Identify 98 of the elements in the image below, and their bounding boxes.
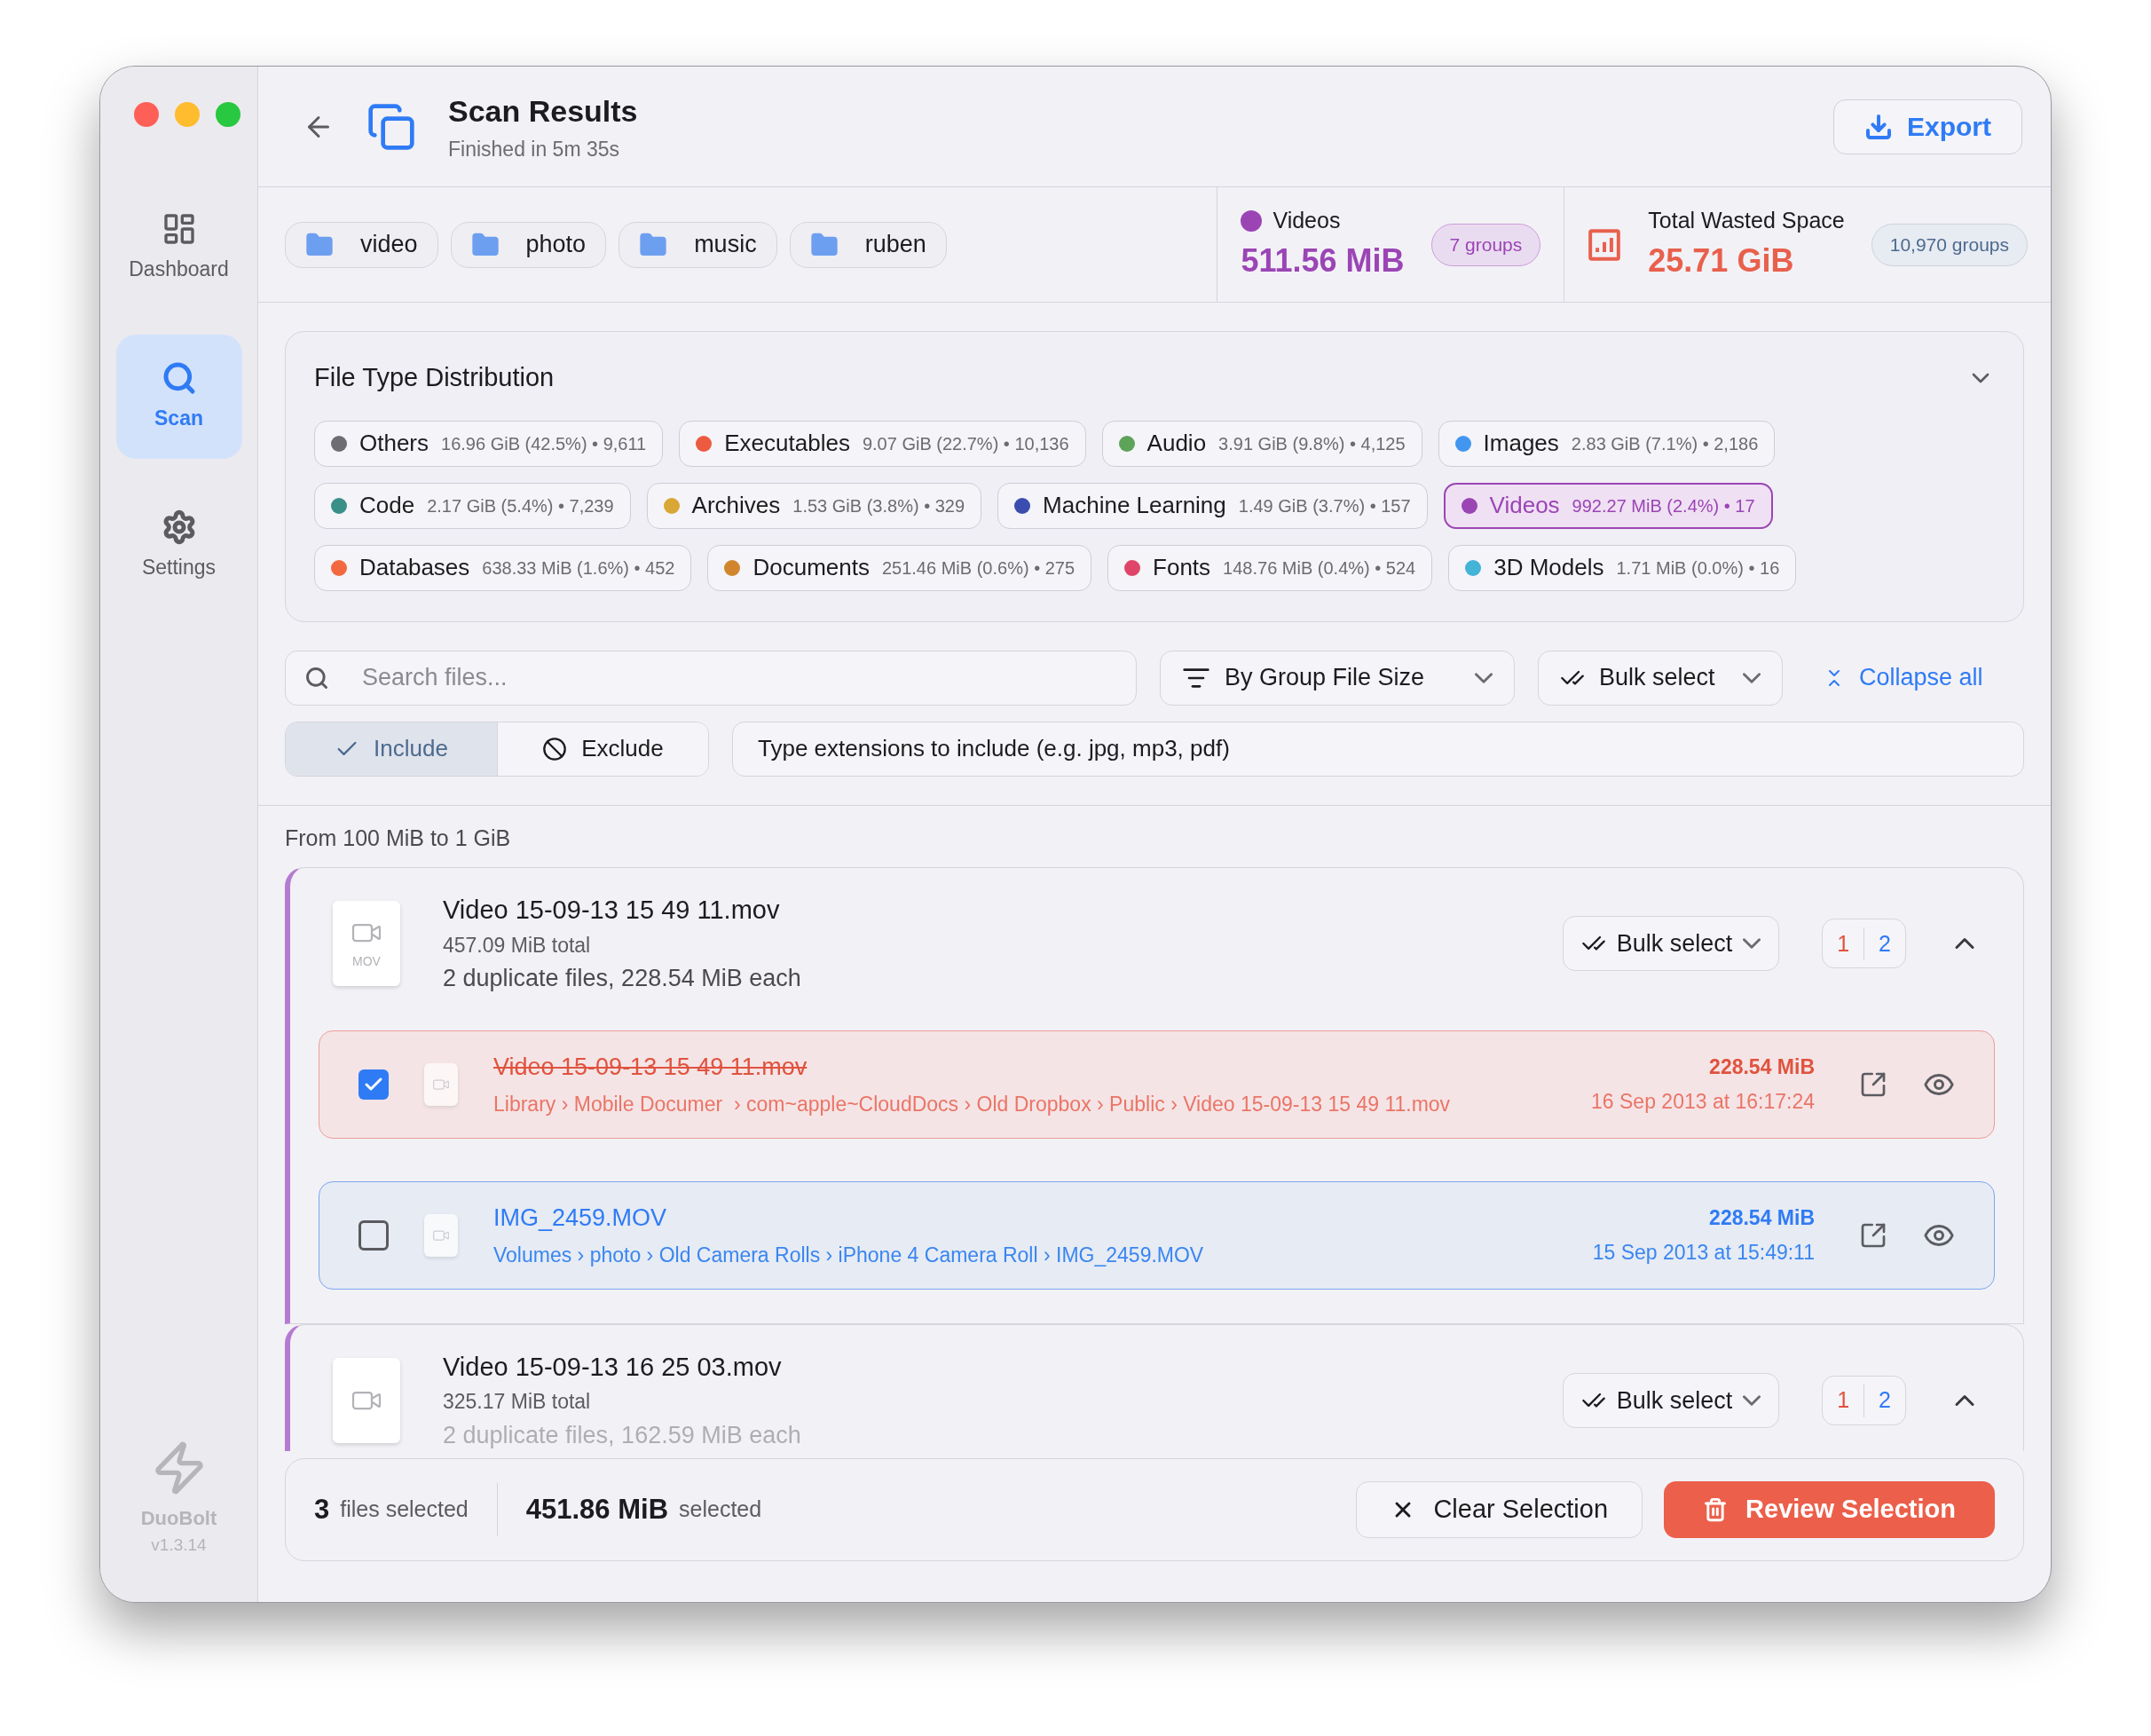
folder-chip[interactable]: ruben <box>789 221 947 268</box>
type-name: Executables <box>724 429 850 458</box>
filter-mode-tab[interactable]: Include <box>286 722 497 776</box>
group-total: 457.09 MiB total <box>443 932 592 959</box>
file-size: 228.54 MiB <box>1709 1054 1815 1080</box>
file-type-chip[interactable]: Documents 251.46 MiB (0.6%) • 275 <box>707 544 1092 591</box>
group-summary: 2 duplicate files, 162.59 MiB each <box>443 1420 802 1450</box>
bar-chart-icon <box>1588 227 1622 262</box>
trash-icon <box>1703 1497 1729 1522</box>
type-name: Videos <box>1489 491 1560 520</box>
file-type-chip[interactable]: Machine Learning 1.49 GiB (3.7%) • 157 <box>997 482 1428 529</box>
group-total: 325.17 MiB total <box>443 1389 592 1415</box>
type-stats: 16.96 GiB (42.5%) • 9,611 <box>441 432 647 455</box>
stat-value: 25.71 GiB <box>1648 241 1795 281</box>
bulk-select-dropdown[interactable]: Bulk select <box>1538 650 1783 706</box>
type-stats: 1.71 MiB (0.0%) • 16 <box>1616 556 1780 580</box>
count-option[interactable]: 1 <box>1823 927 1865 960</box>
sidebar-item[interactable]: Settings <box>115 484 242 608</box>
file-path: Library › Mobile Documer › com~apple~CloudDocs › Old Dropbox › Public › Video 15-09-13 15 49 11.mov <box>493 1091 1452 1117</box>
type-stats: 3.91 GiB (9.8%) • 4,125 <box>1218 432 1406 455</box>
file-type-chip[interactable]: Archives 1.53 GiB (3.8%) • 329 <box>646 482 982 529</box>
sort-dropdown[interactable]: By Group File Size <box>1160 650 1515 706</box>
file-date: 15 Sep 2013 at 15:49:11 <box>1592 1239 1815 1266</box>
extensions-field[interactable]: Type extensions to include (e.g. jpg, mp3, pdf) <box>732 721 2024 777</box>
collapse-all-button[interactable]: Collapse all <box>1824 659 1983 696</box>
file-type-chip[interactable]: Fonts 148.76 MiB (0.4%) • 524 <box>1107 544 1433 591</box>
type-stats: 1.53 GiB (3.8%) • 329 <box>792 494 965 517</box>
type-stats: 638.33 MiB (1.6%) • 452 <box>482 556 675 580</box>
type-stats: 1.49 GiB (3.7%) • 157 <box>1238 494 1411 517</box>
file-size: 228.54 MiB <box>1709 1205 1815 1231</box>
search-icon <box>304 665 329 690</box>
file-type-chip[interactable]: Others 16.96 GiB (42.5%) • 9,611 <box>314 420 664 467</box>
type-name: Archives <box>691 491 781 520</box>
file-type-label: MOV <box>352 952 381 970</box>
chevron-down-icon <box>1743 672 1761 683</box>
type-name: Others <box>359 429 429 458</box>
type-stats: 148.76 MiB (0.4%) • 524 <box>1223 556 1416 580</box>
type-name: Databases <box>359 553 470 582</box>
folder-chip[interactable]: photo <box>450 221 607 268</box>
chevron-down-icon <box>1743 1394 1761 1406</box>
section-title: File Type Distribution <box>314 362 555 393</box>
type-name: Code <box>359 491 415 520</box>
file-path: Volumes › photo › Old Camera Rolls › iPhone 4 Camera Roll › IMG_2459.MOV <box>493 1242 1205 1268</box>
file-type-chip[interactable]: Videos 992.27 MiB (2.4%) • 17 <box>1443 482 1773 529</box>
selected-count-label: files selected <box>340 1495 469 1524</box>
type-stats: 992.27 MiB (2.4%) • 17 <box>1572 494 1755 517</box>
groups-badge: 7 groups <box>1430 223 1541 266</box>
checkbox[interactable] <box>358 1069 389 1100</box>
clear-selection-button[interactable]: Clear Selection <box>1356 1481 1643 1538</box>
stat-label: Total Wasted Space <box>1648 206 1845 234</box>
bulk-select-dropdown[interactable]: Bulk select <box>1562 916 1780 972</box>
chevron-down-icon <box>1475 672 1493 683</box>
file-date: 16 Sep 2013 at 16:17:24 <box>1591 1088 1815 1115</box>
count-option[interactable]: 1 <box>1823 1384 1865 1417</box>
file-type-chip[interactable]: Audio 3.91 GiB (9.8%) • 4,125 <box>1101 420 1422 467</box>
ban-icon <box>542 736 568 761</box>
checkbox[interactable] <box>358 1219 389 1251</box>
duplicate-pages-icon <box>366 101 416 152</box>
size-range-label: From 100 MiB to 1 GiB <box>285 824 512 852</box>
type-stats: 9.07 GiB (22.7%) • 10,136 <box>862 432 1069 455</box>
type-stats: 2.17 GiB (5.4%) • 7,239 <box>427 494 614 517</box>
stat-label: Videos <box>1272 206 1341 234</box>
file-type-chip[interactable]: Databases 638.33 MiB (1.6%) • 452 <box>314 544 692 591</box>
type-name: Images <box>1483 429 1559 458</box>
type-name: Audio <box>1146 429 1207 458</box>
file-type-chip[interactable]: 3D Models 1.71 MiB (0.0%) • 16 <box>1448 544 1797 591</box>
bulk-select-dropdown[interactable]: Bulk select <box>1562 1372 1780 1428</box>
type-stats: 2.83 GiB (7.1%) • 2,186 <box>1571 432 1759 455</box>
file-name: IMG_2459.MOV <box>493 1203 668 1233</box>
stat-value: 511.56 MiB <box>1241 241 1405 281</box>
type-name: Fonts <box>1153 553 1211 582</box>
chevron-down-icon <box>1743 938 1761 950</box>
file-name: Video 15-09-13 15 49 11.mov <box>493 1053 808 1082</box>
type-stats: 251.46 MiB (0.6%) • 275 <box>881 556 1076 580</box>
file-type-chip[interactable]: Executables 9.07 GiB (22.7%) • 10,136 <box>679 420 1086 467</box>
type-name: 3D Models <box>1493 553 1604 582</box>
file-type-chip[interactable]: Images 2.83 GiB (7.1%) • 2,186 <box>1438 420 1776 467</box>
groups-badge: 10,970 groups <box>1871 223 2028 266</box>
selected-count: 3 <box>314 1492 330 1527</box>
selected-size-label: selected <box>679 1495 762 1524</box>
type-name: Documents <box>752 553 870 582</box>
folder-chip[interactable]: music <box>619 221 777 268</box>
download-icon <box>1864 112 1893 141</box>
folder-chip[interactable]: video <box>285 221 438 268</box>
search-field[interactable]: Search files... <box>285 650 1137 706</box>
page-title: Scan Results <box>448 92 638 130</box>
group-summary: 2 duplicate files, 228.54 MiB each <box>443 964 802 993</box>
selected-size: 451.86 MiB <box>525 1492 669 1527</box>
export-button[interactable]: Export <box>1833 99 2022 154</box>
group-title: Video 15-09-13 15 49 11.mov <box>443 895 781 926</box>
count-option[interactable]: 2 <box>1864 927 1905 960</box>
page-subtitle: Finished in 5m 35s <box>448 136 621 162</box>
file-type-chip[interactable]: Code 2.17 GiB (5.4%) • 7,239 <box>314 482 631 529</box>
count-option[interactable]: 2 <box>1864 1384 1905 1417</box>
sidebar-item[interactable]: Dashboard <box>115 185 242 310</box>
type-name: Machine Learning <box>1043 491 1226 520</box>
group-title: Video 15-09-13 16 25 03.mov <box>443 1351 783 1383</box>
filter-mode-tab[interactable]: Exclude <box>497 722 708 776</box>
